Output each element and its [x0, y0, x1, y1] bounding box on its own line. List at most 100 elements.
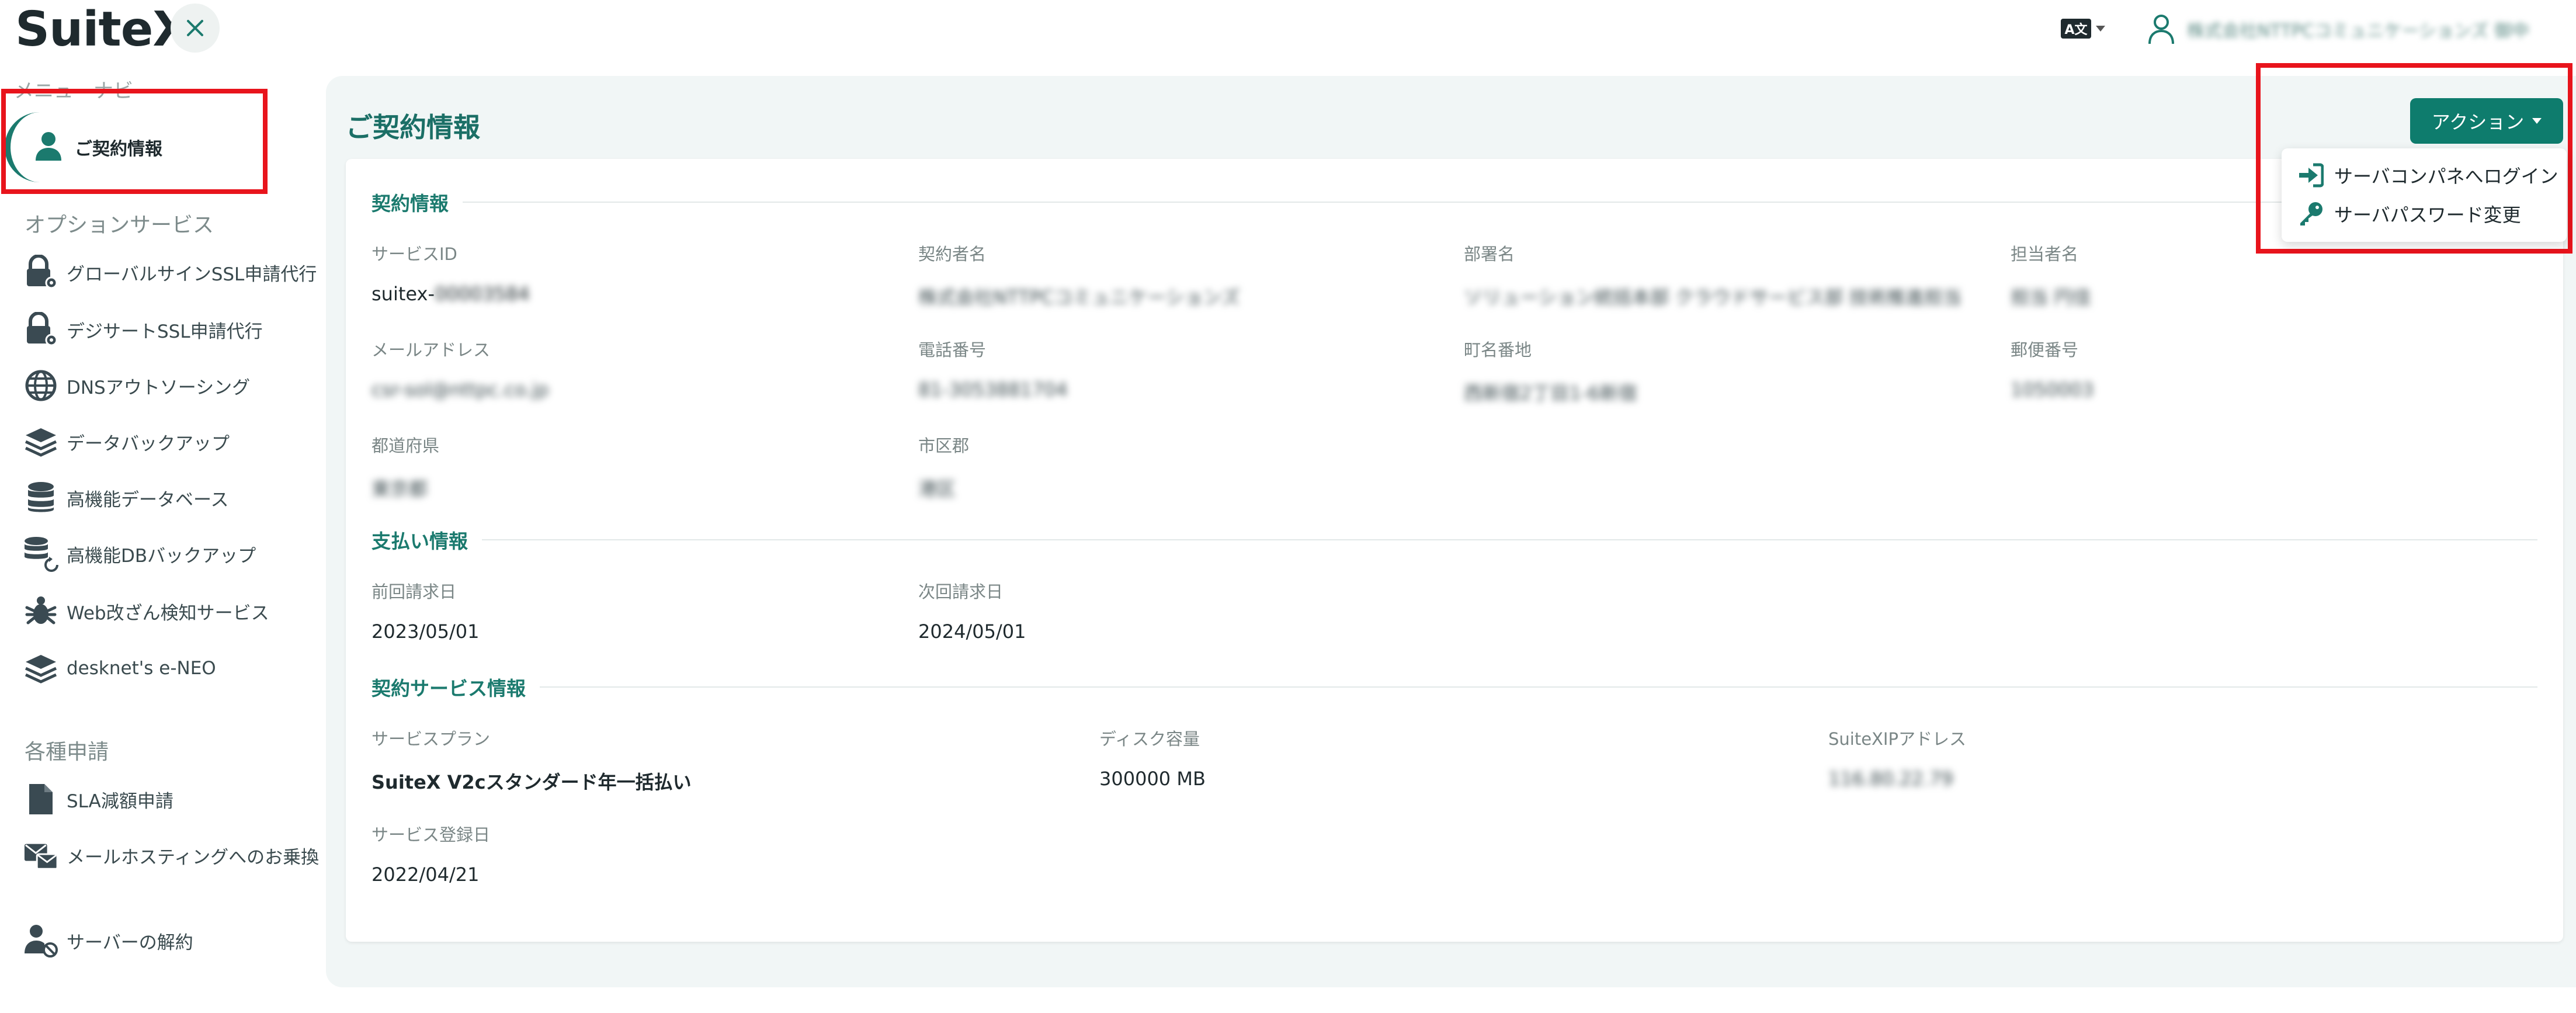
lock-gear-icon	[23, 312, 58, 347]
sidebar-item-label: デジサートSSL申請代行	[67, 321, 263, 342]
close-icon	[187, 20, 203, 36]
user-icon	[2148, 15, 2174, 44]
sidebar: メニューナビ ご契約情報 オプションサービス グローバルサインSSL申請代行 デ…	[0, 64, 320, 999]
menu-item-label: サーバコンパネへログイン	[2334, 165, 2558, 188]
field-value: suitex-00003584	[372, 283, 530, 305]
sidebar-item-globalsign-ssl[interactable]: グローバルサインSSL申請代行	[23, 249, 317, 296]
language-switch-button[interactable]: A文	[2061, 15, 2111, 42]
sidebar-item-db-backup[interactable]: 高機能DBバックアップ	[23, 530, 256, 577]
sidebar-item-dns[interactable]: DNSアウトソーシング	[23, 362, 250, 409]
highlight-box-sidebar	[1, 89, 268, 194]
menu-item-server-password-change[interactable]: サーバパスワード変更	[2298, 196, 2521, 231]
field-label: 町名番地	[1464, 340, 1532, 360]
sidebar-item-desknets[interactable]: desknet's e-NEO	[23, 645, 216, 692]
field-registered: サービス登録日 2022/04/21	[372, 821, 490, 886]
page-title: ご契約情報	[346, 112, 480, 143]
field-label: 契約者名	[918, 244, 987, 264]
field-ip: SuiteXIPアドレス 116.80.22.79	[1828, 726, 1966, 790]
sidebar-item-label: グローバルサインSSL申請代行	[67, 263, 317, 285]
sidebar-item-label: メールホスティングへのお乗換	[67, 847, 320, 868]
field-label: メールアドレス	[372, 340, 491, 360]
field-value: 西新宿2丁目1-6新宿	[1464, 382, 1637, 404]
layers-icon	[23, 651, 58, 686]
sidebar-item-label: データバックアップ	[67, 433, 230, 455]
field-email: メールアドレス csr-sol@nttpc.co.jp	[372, 336, 549, 401]
field-person: 担当者名 担当 円佳	[2011, 241, 2091, 310]
field-value: 116.80.22.79	[1828, 768, 1953, 790]
field-label: ディスク容量	[1099, 729, 1200, 749]
sidebar-item-cancel-server[interactable]: サーバーの解約	[23, 917, 193, 964]
field-value: 東京都	[372, 478, 428, 500]
field-label: サービスID	[372, 244, 457, 264]
key-icon	[2300, 202, 2322, 226]
database-restore-icon	[23, 536, 58, 572]
field-value: ソリューション統括本部 クラウドサービス部 技術推進担当	[1464, 286, 1961, 308]
field-prefecture: 都道府県 東京都	[372, 432, 439, 501]
field-value: 担当 円佳	[2011, 286, 2092, 308]
field-value: 株式会社NTTPCコミュニケーションズ	[918, 286, 1240, 308]
field-label: サービス登録日	[372, 825, 491, 845]
field-value: 港区	[918, 478, 956, 500]
service-id-prefix: suitex-	[372, 283, 435, 305]
field-label: 部署名	[1464, 244, 1515, 264]
user-name: 株式会社NTTPCコミュニケーションズ 御中	[2187, 21, 2529, 41]
sidebar-item-label: 高機能DBバックアップ	[67, 545, 256, 567]
field-city: 市区郡 港区	[918, 432, 969, 501]
option-services-title: オプションサービス	[25, 213, 214, 237]
section-divider	[482, 539, 2537, 540]
logo[interactable]: SuiteX	[15, 4, 190, 56]
field-phone: 電話番号 81-3053881704	[918, 336, 1068, 401]
user-menu[interactable]: 株式会社NTTPCコミュニケーションズ 御中	[2147, 12, 2529, 47]
top-bar: SuiteX A文 株式会社NTTPCコミュニケーションズ 御中	[0, 0, 2576, 58]
sidebar-item-digicert-ssl[interactable]: デジサートSSL申請代行	[23, 306, 263, 353]
field-disk: ディスク容量 300000 MB	[1099, 726, 1206, 790]
file-icon	[23, 782, 58, 817]
layers-icon	[23, 424, 58, 459]
field-next-billing: 次回請求日 2024/05/01	[918, 578, 1026, 643]
field-value: csr-sol@nttpc.co.jp	[372, 379, 549, 401]
close-menu-button[interactable]	[171, 4, 220, 53]
field-value: 2022/04/21	[372, 863, 480, 886]
sidebar-item-label: DNSアウトソーシング	[67, 377, 251, 398]
field-label: サービスプラン	[372, 729, 491, 749]
field-label: 郵便番号	[2011, 340, 2079, 360]
menu-item-server-panel-login[interactable]: サーバコンパネへログイン	[2298, 158, 2558, 193]
field-value: 81-3053881704	[918, 379, 1068, 401]
globe-icon	[23, 368, 58, 403]
caret-down-icon	[2096, 26, 2105, 32]
field-label: 市区郡	[918, 436, 970, 456]
sidebar-item-data-backup[interactable]: データバックアップ	[23, 418, 230, 465]
sidebar-item-web-tamper[interactable]: Web改ざん検知サービス	[23, 588, 269, 634]
field-label: 電話番号	[918, 340, 987, 360]
mail-transfer-icon	[23, 838, 58, 873]
field-value: SuiteX V2cスタンダード年一括払い	[372, 771, 692, 793]
field-value: 300000 MB	[1099, 768, 1206, 790]
sidebar-item-label: 高機能データベース	[67, 489, 229, 511]
field-label: SuiteXIPアドレス	[1828, 729, 1966, 749]
bug-icon	[23, 594, 58, 629]
field-value: 2024/05/01	[918, 620, 1026, 643]
lock-gear-icon	[23, 255, 58, 290]
section-divider	[463, 202, 2537, 203]
user-cancel-icon	[23, 923, 58, 958]
sidebar-item-mail-hosting[interactable]: メールホスティングへのお乗換	[23, 832, 319, 879]
requests-title: 各種申請	[25, 740, 109, 764]
field-value: 2023/05/01	[372, 620, 480, 643]
section-contract-info: 契約情報	[372, 188, 2537, 216]
sidebar-item-sla[interactable]: SLA減額申請	[23, 776, 173, 823]
section-title: 契約サービス情報	[372, 677, 526, 700]
field-label: 都道府県	[372, 436, 440, 456]
action-dropdown-menu: サーバコンパネへログイン サーバパスワード変更	[2282, 148, 2567, 242]
field-department: 部署名 ソリューション統括本部 クラウドサービス部 技術推進担当	[1464, 241, 1961, 310]
sidebar-item-label: サーバーの解約	[67, 932, 193, 953]
field-label: 担当者名	[2011, 244, 2079, 264]
contract-details-card: 契約情報 サービスID suitex-00003584 契約者名 株式会社NTT…	[346, 159, 2563, 942]
service-id-masked: 00003584	[435, 283, 530, 305]
field-label: 前回請求日	[372, 582, 457, 602]
section-divider	[540, 686, 2537, 688]
sidebar-item-label: Web改ざん検知サービス	[67, 602, 269, 624]
sidebar-item-database[interactable]: 高機能データベース	[23, 474, 228, 521]
database-icon	[23, 480, 58, 515]
translate-icon: A文	[2061, 19, 2091, 39]
field-postal: 郵便番号 1050003	[2011, 336, 2094, 401]
